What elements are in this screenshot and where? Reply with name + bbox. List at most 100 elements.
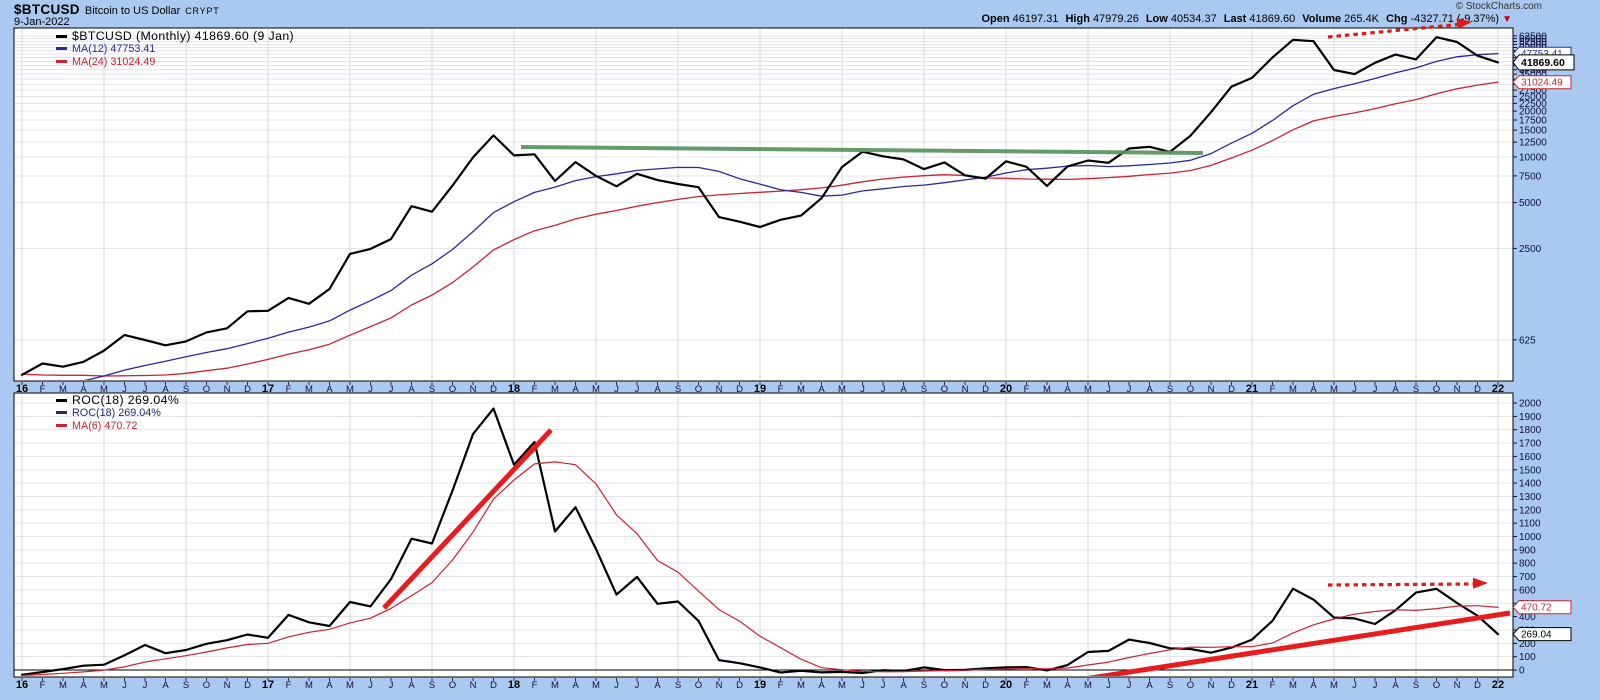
x-axis-label: A (1064, 680, 1071, 691)
x-axis-label: J (1127, 680, 1132, 691)
x-axis-label: F (286, 384, 292, 395)
x-axis-label: D (736, 384, 743, 395)
x-axis-label: M (797, 384, 805, 395)
x-axis-label: M (1330, 680, 1338, 691)
x-axis-label: M (100, 680, 108, 691)
ma6-series-dash-icon (56, 424, 67, 427)
x-axis-label: A (572, 384, 579, 395)
x-axis-label: S (675, 384, 681, 395)
x-axis-label: J (122, 680, 127, 691)
x-axis-label: S (1167, 384, 1173, 395)
y-axis-label: 1500 (1519, 465, 1542, 476)
x-axis-label: A (326, 680, 333, 691)
x-axis-label: A (326, 384, 333, 395)
x-axis-label: A (1146, 680, 1153, 691)
x-axis-label: F (1024, 384, 1030, 395)
y-axis-label: 600 (1519, 585, 1536, 596)
x-axis-label: F (1270, 680, 1276, 691)
x-axis-label: S (183, 680, 189, 691)
x-axis-label: N (716, 680, 723, 691)
x-axis-label: D (982, 680, 989, 691)
x-axis-label: M (1084, 384, 1092, 395)
x-axis-label: S (183, 384, 189, 395)
x-axis-label: M (59, 680, 67, 691)
x-axis-label: S (1413, 680, 1419, 691)
roc-series-dash-icon (56, 399, 67, 402)
legend-line-ma12: MA(12) 47753.41 (56, 43, 294, 56)
x-axis-label: J (860, 384, 865, 395)
y-axis-label: 12500 (1519, 138, 1547, 149)
x-axis-label: O (1187, 680, 1194, 691)
x-axis-label: O (449, 384, 456, 395)
x-axis-label: N (224, 384, 231, 395)
y-axis-label: 800 (1519, 559, 1536, 570)
x-axis-label: A (818, 384, 825, 395)
x-axis-label: A (654, 680, 661, 691)
x-axis-label: J (143, 680, 148, 691)
x-axis-label: S (921, 680, 927, 691)
x-axis-label: 19 (754, 383, 766, 395)
x-axis-label: J (1373, 384, 1378, 395)
x-axis-label: N (1454, 680, 1461, 691)
x-axis-label: N (962, 680, 969, 691)
x-axis-label: 17 (262, 383, 274, 395)
x-axis-label: F (40, 680, 46, 691)
x-axis-label: D (244, 384, 251, 395)
x-axis-label: O (941, 680, 948, 691)
x-axis-label: J (368, 680, 373, 691)
x-axis-label: A (1310, 680, 1317, 691)
x-axis-label: M (346, 680, 354, 691)
x-axis-label: N (470, 384, 477, 395)
x-axis-label: D (244, 680, 251, 691)
x-axis-label: O (695, 680, 702, 691)
y-axis-label: 1700 (1519, 439, 1542, 450)
x-axis-label: M (1043, 384, 1051, 395)
ma12-series-dash-icon (56, 47, 67, 50)
x-axis-label: O (695, 384, 702, 395)
x-axis-label: S (429, 384, 435, 395)
x-axis-label: J (881, 384, 886, 395)
y-axis-label: 5000 (1519, 198, 1542, 209)
x-axis-label: F (778, 680, 784, 691)
x-axis-label: J (389, 384, 394, 395)
x-axis-label: J (1352, 384, 1357, 395)
x-axis-label: S (675, 680, 681, 691)
y-axis-label: 900 (1519, 545, 1536, 556)
x-axis-label: S (1167, 680, 1173, 691)
x-axis-label: M (838, 384, 846, 395)
x-axis-label: 17 (262, 679, 274, 691)
legend-text: MA(12) 47753.41 (72, 43, 155, 55)
x-axis-label: F (1024, 680, 1030, 691)
legend-text: MA(6) 470.72 (72, 420, 137, 432)
x-axis-label: M (592, 384, 600, 395)
x-axis-label: J (635, 680, 640, 691)
y-axis-label: 62500 (1519, 31, 1547, 42)
x-axis-label: O (203, 384, 210, 395)
x-axis-label: M (838, 680, 846, 691)
x-axis-label: J (368, 384, 373, 395)
y-axis-label: 1800 (1519, 425, 1542, 436)
x-axis-label: 16 (16, 383, 28, 395)
x-axis-label: F (286, 680, 292, 691)
x-axis-label: M (1084, 680, 1092, 691)
x-axis-label: F (1270, 384, 1276, 395)
y-axis-label: 1400 (1519, 479, 1542, 490)
x-axis-label: F (532, 680, 538, 691)
x-axis-label: A (408, 384, 415, 395)
x-axis-label: D (1228, 384, 1235, 395)
chart-panels (14, 28, 1513, 677)
y-axis-label: 15000 (1519, 126, 1547, 137)
legend-line-ma6: MA(6) 470.72 (56, 420, 179, 433)
x-axis-label: 21 (1246, 679, 1258, 691)
x-axis-label: M (1289, 384, 1297, 395)
chart-canvas: 6252500500075001000012500150001750020000… (0, 0, 1600, 700)
x-axis-label: A (1392, 384, 1399, 395)
x-axis-label: A (408, 680, 415, 691)
y-axis-label: 7500 (1519, 171, 1542, 182)
x-axis-label: N (470, 680, 477, 691)
x-axis-label: N (962, 384, 969, 395)
x-axis-label: F (532, 384, 538, 395)
price-dotted-arrow-head-icon (1457, 18, 1473, 29)
roc-panel-legend: ROC(18) 269.04% ROC(18) 269.04% MA(6) 47… (56, 394, 179, 433)
x-axis-label: M (1330, 384, 1338, 395)
